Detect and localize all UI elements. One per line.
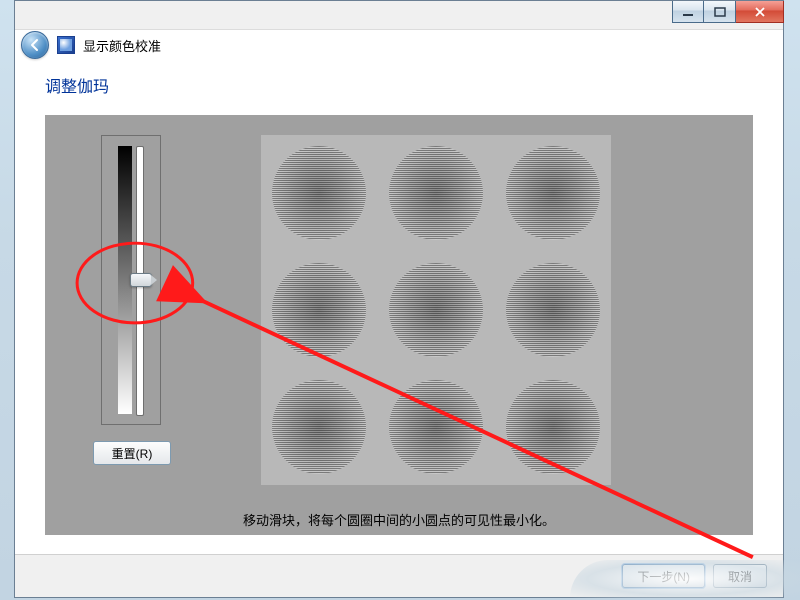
gamma-cell bbox=[378, 252, 495, 369]
desktop-background: 显示颜色校准 调整伽玛 重置(R) bbox=[0, 0, 800, 600]
instruction-text: 移动滑块，将每个圆圈中间的小圆点的可见性最小化。 bbox=[45, 510, 753, 529]
nav-row: 显示颜色校准 bbox=[15, 30, 783, 60]
gamma-circle-icon bbox=[389, 146, 483, 240]
gamma-circle-icon bbox=[506, 263, 600, 357]
back-button[interactable] bbox=[21, 31, 49, 59]
close-button[interactable] bbox=[736, 1, 784, 23]
gamma-slider-block bbox=[101, 135, 161, 425]
gamma-cell bbox=[261, 252, 378, 369]
display-calibration-icon bbox=[57, 36, 75, 54]
gamma-cell bbox=[378, 135, 495, 252]
gamma-circle-icon bbox=[272, 263, 366, 357]
gamma-circle-icon bbox=[272, 146, 366, 240]
gamma-circle-icon bbox=[272, 380, 366, 474]
gamma-cell bbox=[261, 368, 378, 485]
window-controls bbox=[672, 1, 784, 23]
back-arrow-icon bbox=[28, 38, 42, 52]
gamma-cell bbox=[494, 368, 611, 485]
gamma-slider-track[interactable] bbox=[136, 146, 144, 416]
page-heading: 调整伽玛 bbox=[45, 73, 753, 97]
maximize-icon bbox=[714, 7, 726, 17]
gamma-circle-icon bbox=[389, 263, 483, 357]
calibration-window: 显示颜色校准 调整伽玛 重置(R) bbox=[14, 0, 784, 598]
gamma-cell bbox=[494, 252, 611, 369]
reset-button[interactable]: 重置(R) bbox=[93, 441, 171, 465]
window-title: 显示颜色校准 bbox=[83, 36, 161, 55]
maximize-button[interactable] bbox=[704, 1, 736, 23]
minimize-button[interactable] bbox=[672, 1, 704, 23]
gamma-circle-icon bbox=[389, 380, 483, 474]
title-bar bbox=[15, 1, 783, 30]
gamma-cell bbox=[378, 368, 495, 485]
gamma-slider-thumb[interactable] bbox=[130, 273, 152, 287]
gamma-test-grid bbox=[261, 135, 611, 485]
gamma-circle-icon bbox=[506, 146, 600, 240]
gamma-cell bbox=[261, 135, 378, 252]
gamma-cell bbox=[494, 135, 611, 252]
close-icon bbox=[754, 7, 766, 17]
calibration-panel: 重置(R) 移动滑块，将每个圆圈中间的小圆点的可见性最小化。 bbox=[45, 115, 753, 535]
content-area: 调整伽玛 重置(R) bbox=[39, 65, 759, 549]
gamma-circle-icon bbox=[506, 380, 600, 474]
watermark-blur bbox=[570, 560, 800, 598]
minimize-icon bbox=[682, 7, 694, 17]
